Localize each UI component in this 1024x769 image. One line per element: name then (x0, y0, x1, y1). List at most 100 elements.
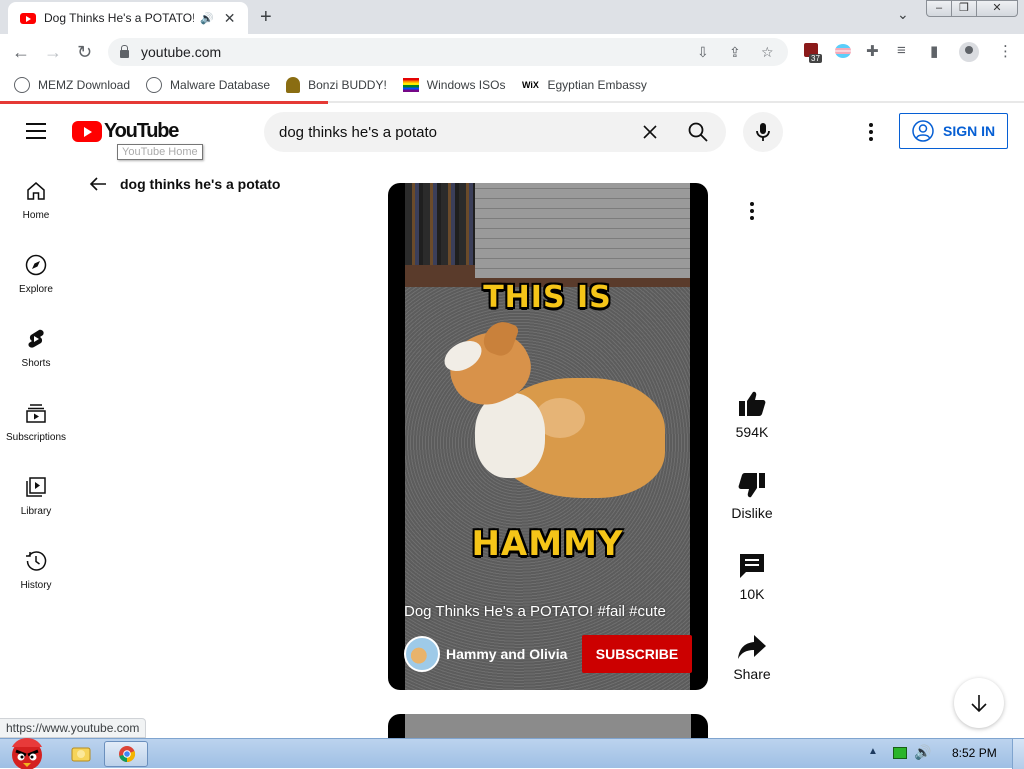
chrome-icon (119, 746, 136, 763)
sidebar-item-label: Subscriptions (5, 432, 67, 443)
file-explorer-icon[interactable] (66, 742, 96, 766)
sidebar-item-home[interactable]: Home (0, 160, 72, 234)
browser-tab-strip: Dog Thinks He's a POTATO! #fail #cute - … (0, 0, 1024, 34)
sidebar-item-subscriptions[interactable]: Subscriptions (0, 382, 72, 456)
chevron-down-icon[interactable]: ⌄ (897, 6, 909, 23)
comment-icon (740, 554, 764, 578)
account-icon (912, 120, 934, 142)
video-title[interactable]: Dog Thinks He's a POTATO! #fail #cute (404, 603, 666, 620)
bookmarks-bar: MEMZ Download Malware Database Bonzi BUD… (0, 70, 1024, 100)
bookmark-item[interactable]: MEMZ Download (14, 77, 130, 93)
browser-tab[interactable]: Dog Thinks He's a POTATO! #fail #cute - … (8, 2, 248, 34)
sidebar-item-explore[interactable]: Explore (0, 234, 72, 308)
history-icon (26, 551, 47, 571)
logo-tooltip: YouTube Home (117, 144, 203, 160)
close-window-button[interactable]: ✕ (976, 0, 1018, 17)
comment-count: 10K (739, 586, 765, 602)
rainbow-flag-icon (402, 78, 419, 92)
youtube-logo[interactable]: YouTube (72, 120, 179, 143)
subscribe-button[interactable]: SUBSCRIBE (582, 635, 692, 673)
minimize-button[interactable]: – (926, 0, 952, 17)
forward-arrow-icon[interactable]: → (44, 42, 62, 63)
volume-icon[interactable]: 🔊 (914, 744, 931, 761)
video-caption-bottom: HAMMY (471, 524, 624, 564)
results-query: dog thinks he's a potato (120, 176, 281, 192)
dislike-button[interactable]: Dislike (724, 471, 780, 521)
start-button[interactable] (6, 733, 48, 769)
show-desktop-button[interactable] (1012, 739, 1024, 769)
extension-badge-count: 37 (809, 54, 822, 63)
shorts-icon (28, 329, 44, 348)
sidebar-item-history[interactable]: History (0, 530, 72, 604)
channel-name[interactable]: Hammy and Olivia (446, 646, 567, 662)
short-video-player[interactable]: THIS IS HAMMY Dog Thinks He's a POTATO! … (388, 183, 708, 690)
compass-icon (25, 254, 47, 276)
youtube-favicon-icon (20, 12, 36, 24)
bookmark-label: Egyptian Embassy (547, 78, 647, 92)
sidebar-item-library[interactable]: Library (0, 456, 72, 530)
kebab-menu-icon[interactable] (862, 120, 880, 144)
share-page-icon[interactable]: ⇪ (729, 44, 741, 61)
tab-close-icon[interactable]: ✕ (224, 10, 236, 27)
dislike-label: Dislike (731, 505, 773, 521)
next-video-button[interactable] (954, 678, 1004, 728)
library-icon (26, 477, 46, 497)
comments-button[interactable]: 10K (724, 552, 780, 602)
results-header: dog thinks he's a potato (88, 174, 280, 194)
back-arrow-icon[interactable]: ← (12, 42, 30, 63)
bonzi-icon (286, 77, 301, 93)
address-url: youtube.com (141, 44, 222, 60)
home-icon (27, 182, 45, 200)
profile-avatar-icon[interactable] (959, 42, 979, 62)
window-controls: – ❐ ✕ (926, 0, 1018, 17)
like-button[interactable]: 594K (724, 390, 780, 440)
close-icon[interactable] (640, 122, 660, 142)
sidebar-item-label: Explore (19, 284, 53, 295)
channel-avatar[interactable] (404, 636, 440, 672)
tab-title: Dog Thinks He's a POTATO! #fail #cute - … (44, 11, 194, 25)
taskbar-chrome-button[interactable] (104, 741, 148, 767)
bookmark-item[interactable]: Bonzi BUDDY! (286, 77, 387, 93)
extension-flag-icon[interactable] (835, 44, 851, 58)
search-icon[interactable] (686, 120, 710, 144)
reload-icon[interactable]: ↻ (77, 42, 92, 63)
share-label: Share (733, 666, 771, 682)
address-bar[interactable]: youtube.com ⇩ ⇪ ☆ (108, 38, 788, 66)
install-icon[interactable]: ⇩ (697, 44, 709, 61)
like-count: 594K (735, 424, 769, 440)
tray-expand-icon[interactable]: ▲ (868, 746, 878, 757)
media-control-icon[interactable]: ≡ (897, 42, 906, 59)
search-input[interactable] (279, 123, 619, 141)
back-arrow-icon[interactable] (88, 174, 108, 194)
speaker-icon[interactable]: 🔊 (200, 12, 214, 25)
bookmark-item[interactable]: Windows ISOs (402, 78, 505, 92)
voice-search-button[interactable] (743, 112, 783, 152)
new-tab-button[interactable]: + (260, 6, 272, 29)
kebab-menu-icon[interactable] (742, 200, 762, 222)
microphone-icon (756, 123, 770, 141)
sidebar-item-label: Library (20, 506, 52, 517)
windows-taskbar: ▲ 🔊 8:52 PM (0, 738, 1024, 769)
bookmark-item[interactable]: Malware Database (146, 77, 270, 93)
youtube-wordmark: YouTube (104, 120, 179, 142)
sidebar-item-label: History (20, 580, 52, 591)
arrow-down-icon (971, 695, 987, 713)
subscriptions-icon (26, 404, 46, 423)
share-button[interactable]: Share (724, 634, 780, 682)
side-panel-icon[interactable]: ▮ (930, 42, 938, 60)
sidebar-item-shorts[interactable]: Shorts (0, 308, 72, 382)
bookmark-star-icon[interactable]: ☆ (761, 44, 774, 61)
bookmark-item[interactable]: WiX Egyptian Embassy (521, 77, 647, 93)
restore-button[interactable]: ❐ (951, 0, 977, 17)
thumbs-down-icon (738, 473, 765, 498)
sign-in-label: SIGN IN (943, 123, 996, 139)
video-caption-top: THIS IS (483, 280, 612, 315)
hamburger-menu-icon[interactable] (26, 123, 46, 139)
taskbar-clock[interactable]: 8:52 PM (952, 746, 997, 760)
sign-in-button[interactable]: SIGN IN (899, 113, 1008, 149)
kebab-menu-icon[interactable]: ⋮ (998, 42, 1013, 60)
puzzle-piece-icon[interactable]: ✚ (866, 42, 879, 60)
share-icon (738, 635, 766, 659)
lock-icon[interactable] (120, 44, 129, 58)
network-icon[interactable] (893, 747, 907, 759)
